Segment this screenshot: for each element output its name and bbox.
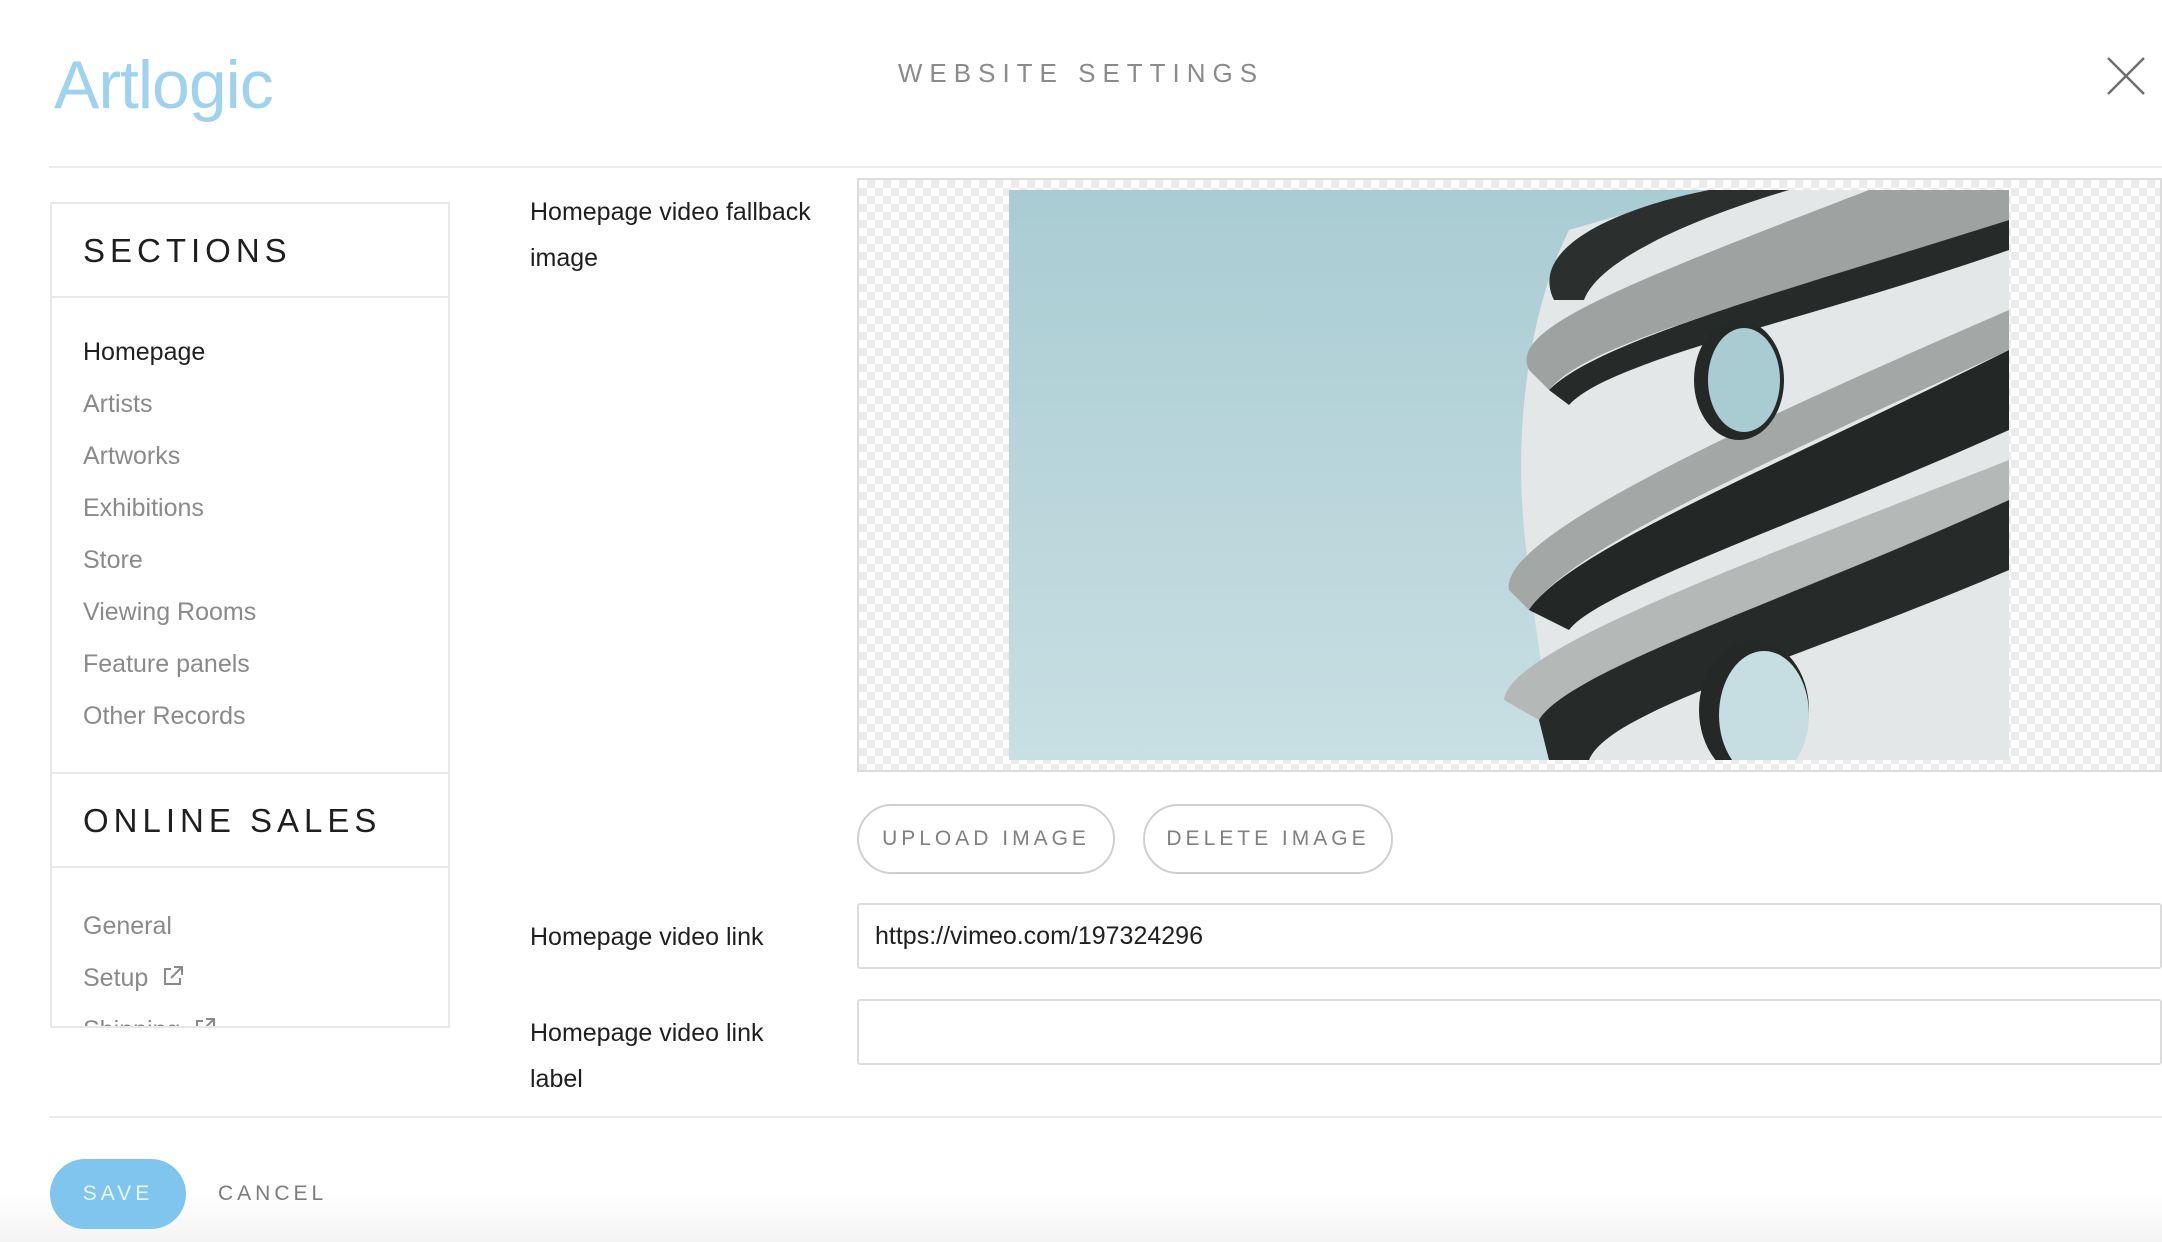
sidebar: SECTIONS Homepage Artists Artworks Exhib… bbox=[50, 202, 450, 1028]
sidebar-item-exhibitions[interactable]: Exhibitions bbox=[52, 482, 448, 534]
sidebar-item-shipping[interactable]: Shipping bbox=[52, 1004, 448, 1026]
sidebar-item-viewing-rooms[interactable]: Viewing Rooms bbox=[52, 586, 448, 638]
page-title: WEBSITE SETTINGS bbox=[897, 58, 1265, 88]
cancel-button[interactable]: CANCEL bbox=[210, 1159, 335, 1229]
sidebar-item-feature-panels[interactable]: Feature panels bbox=[52, 638, 448, 690]
sidebar-item-label: Shipping bbox=[83, 1016, 180, 1026]
video-link-label-input[interactable] bbox=[857, 999, 2162, 1065]
sections-heading: SECTIONS bbox=[52, 204, 448, 298]
sidebar-item-general[interactable]: General bbox=[52, 900, 448, 952]
fallback-image-preview bbox=[1009, 190, 2009, 760]
video-link-label-label: Homepage video link label bbox=[530, 1019, 764, 1093]
sidebar-item-artists[interactable]: Artists bbox=[52, 378, 448, 430]
header-divider bbox=[49, 166, 2162, 168]
external-link-icon bbox=[196, 1018, 216, 1026]
video-link-label: Homepage video link bbox=[530, 923, 764, 951]
sidebar-item-homepage[interactable]: Homepage bbox=[52, 326, 448, 378]
sidebar-item-store[interactable]: Store bbox=[52, 534, 448, 586]
close-icon bbox=[2107, 57, 2145, 95]
sidebar-item-setup[interactable]: Setup bbox=[52, 952, 448, 1004]
delete-image-button[interactable]: DELETE IMAGE bbox=[1143, 804, 1393, 874]
sidebar-item-label: General bbox=[83, 912, 172, 940]
online-sales-heading: ONLINE SALES bbox=[52, 774, 448, 868]
fallback-image-label: Homepage video fallback image bbox=[530, 198, 811, 272]
sidebar-item-artworks[interactable]: Artworks bbox=[52, 430, 448, 482]
sidebar-item-other-records[interactable]: Other Records bbox=[52, 690, 448, 742]
video-link-input[interactable] bbox=[857, 903, 2162, 969]
online-sales-list: General Setup Shipping bbox=[52, 868, 448, 1026]
sidebar-item-label: Setup bbox=[83, 964, 149, 992]
save-button[interactable]: SAVE bbox=[50, 1159, 186, 1229]
upload-image-button[interactable]: UPLOAD IMAGE bbox=[857, 804, 1115, 874]
sections-list: Homepage Artists Artworks Exhibitions St… bbox=[52, 298, 448, 772]
close-button[interactable] bbox=[2104, 54, 2148, 98]
online-sales-section: ONLINE SALES General Setup Shipping bbox=[52, 772, 448, 1026]
external-link-icon bbox=[164, 966, 184, 986]
header: Artlogic WEBSITE SETTINGS bbox=[0, 0, 2162, 166]
fallback-image-dropzone[interactable] bbox=[857, 178, 2162, 772]
